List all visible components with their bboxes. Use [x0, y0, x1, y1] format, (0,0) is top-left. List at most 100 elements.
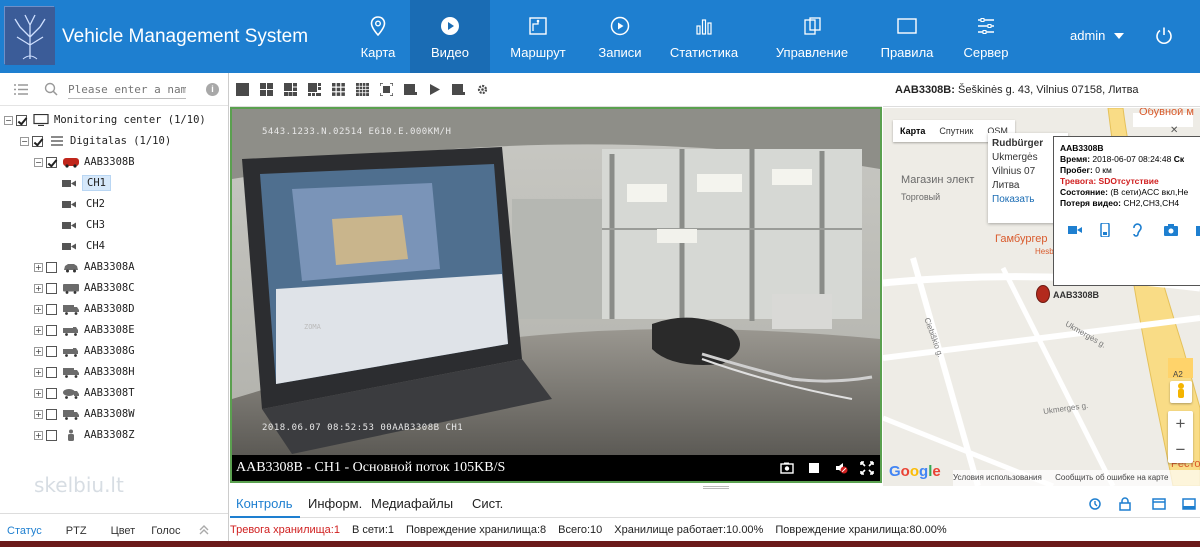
street-view-pegman-icon[interactable] [1170, 381, 1192, 403]
checkbox[interactable] [16, 114, 27, 126]
tab-system[interactable]: Сист. [472, 496, 503, 511]
expand-icon[interactable] [860, 461, 874, 475]
phone-icon[interactable] [1100, 223, 1132, 237]
tree-channel-4[interactable]: CH4 [60, 236, 109, 256]
info-icon[interactable]: i [206, 83, 219, 96]
tree-vehicle[interactable]: + AAB3308C [34, 278, 135, 298]
zoom-in-button[interactable]: + [1168, 411, 1193, 437]
tree-vehicle-active[interactable]: − AAB3308B [34, 152, 135, 172]
expand-icon[interactable]: + [34, 325, 43, 335]
nav-statistics[interactable]: Статистика [654, 0, 754, 73]
map-view[interactable]: Карта Спутник OSM Обувной м Магазин элек… [883, 108, 1200, 486]
more-icon[interactable] [1196, 223, 1200, 237]
gear-icon[interactable] [474, 81, 491, 98]
lock-settings-icon[interactable] [1118, 497, 1132, 511]
tree-vehicle[interactable]: + AAB3308E [34, 320, 135, 340]
checkbox[interactable] [46, 387, 57, 399]
map-report-link[interactable]: Сообщить об ошибке на карте [1055, 473, 1168, 482]
truck-icon [62, 303, 80, 315]
close-icon[interactable]: ✕ [1170, 126, 1180, 136]
checkbox[interactable] [46, 324, 57, 336]
layout-8-icon[interactable] [306, 81, 323, 98]
user-menu[interactable]: admin [1070, 28, 1105, 43]
layout-4-icon[interactable] [258, 81, 275, 98]
record-all-icon[interactable] [402, 81, 419, 98]
list-icon[interactable] [14, 84, 28, 95]
checkbox[interactable] [32, 135, 43, 147]
collapse-up-icon[interactable] [198, 524, 210, 536]
stop-all-icon[interactable] [450, 81, 467, 98]
collapse-icon[interactable]: − [34, 157, 43, 167]
expand-icon[interactable]: + [34, 367, 43, 377]
tree-vehicle[interactable]: + AAB3308A [34, 257, 135, 277]
vehicle-marker-icon[interactable] [1036, 285, 1050, 303]
tab-control[interactable]: Контроль [236, 496, 292, 511]
layout-16-icon[interactable] [354, 81, 371, 98]
power-icon[interactable] [1154, 26, 1174, 46]
nav-video[interactable]: Видео [410, 0, 490, 73]
tree-vehicle[interactable]: + AAB3308D [34, 299, 135, 319]
tree-vehicle[interactable]: + AAB3308G [34, 341, 135, 361]
tab-info[interactable]: Информ. [308, 496, 362, 511]
expand-icon[interactable]: + [34, 283, 43, 293]
video-camera-icon[interactable] [1068, 223, 1100, 237]
checkbox[interactable] [46, 345, 57, 357]
expand-icon[interactable]: + [34, 304, 43, 314]
tree-vehicle[interactable]: + AAB3308T [34, 383, 135, 403]
tab-media[interactable]: Медиафайлы [371, 496, 453, 511]
refresh-settings-icon[interactable] [1088, 497, 1102, 511]
layout-9-icon[interactable] [330, 81, 347, 98]
window-icon[interactable] [1152, 497, 1166, 511]
map-terms-link[interactable]: Условия использования [953, 473, 1042, 482]
play-all-icon[interactable] [426, 81, 443, 98]
expand-icon[interactable]: + [34, 430, 43, 440]
checkbox[interactable] [46, 366, 57, 378]
tree-vehicle[interactable]: + AAB3308W [34, 404, 135, 424]
search-input[interactable] [68, 81, 186, 99]
checkbox[interactable] [46, 261, 57, 273]
expand-icon[interactable]: + [34, 346, 43, 356]
nav-map[interactable]: Карта [346, 0, 410, 73]
panel-splitter[interactable] [703, 486, 729, 489]
expand-icon[interactable]: + [34, 262, 43, 272]
nav-route[interactable]: Маршрут [490, 0, 586, 73]
tree-channel-3[interactable]: CH3 [60, 215, 109, 235]
layout-6-icon[interactable] [282, 81, 299, 98]
expand-icon[interactable]: + [34, 409, 43, 419]
poi-shoe-store[interactable]: Обувной м [1139, 108, 1194, 118]
maximize-icon[interactable] [1182, 497, 1196, 511]
fullscreen-icon[interactable] [378, 81, 395, 98]
layout-1-icon[interactable] [234, 81, 251, 98]
snapshot-icon[interactable] [780, 461, 794, 475]
tree-channel-1[interactable]: CH1 [60, 173, 111, 193]
tree-channel-2[interactable]: CH2 [60, 194, 109, 214]
listen-icon[interactable] [1132, 223, 1164, 237]
tree-root[interactable]: − Monitoring center (1/10) [4, 110, 206, 130]
stop-icon[interactable] [807, 461, 821, 475]
nav-records[interactable]: Записи [586, 0, 654, 73]
checkbox[interactable] [46, 303, 57, 315]
status-online: В сети:1 [351, 524, 394, 536]
camera-icon[interactable] [1164, 223, 1196, 237]
collapse-icon[interactable]: − [20, 136, 29, 146]
vehicle-online-icon [62, 156, 80, 168]
checkbox[interactable] [46, 408, 57, 420]
map-type-satellite[interactable]: Спутник [932, 120, 980, 142]
tree-group[interactable]: − Digitalas (1/10) [20, 131, 171, 151]
tree-vehicle[interactable]: + AAB3308H [34, 362, 135, 382]
nav-rules[interactable]: Правила [870, 0, 944, 73]
mute-icon[interactable] [834, 461, 848, 475]
nav-server[interactable]: Сервер [944, 0, 1028, 73]
expand-icon[interactable]: + [34, 388, 43, 398]
zoom-out-button[interactable]: − [1168, 437, 1193, 463]
poi-hamburger[interactable]: Гамбургер [995, 233, 1047, 245]
video-player[interactable]: 5443.1233.N.02514 E610.E.000KM/H 2018.06… [230, 107, 882, 483]
nav-management[interactable]: Управление [754, 0, 870, 73]
checkbox[interactable] [46, 156, 57, 168]
collapse-icon[interactable]: − [4, 115, 13, 125]
checkbox[interactable] [46, 282, 57, 294]
map-type-map[interactable]: Карта [893, 120, 932, 142]
tree-vehicle[interactable]: + AAB3308Z [34, 425, 135, 445]
checkbox[interactable] [46, 429, 57, 441]
chevron-down-icon[interactable] [1114, 33, 1124, 39]
